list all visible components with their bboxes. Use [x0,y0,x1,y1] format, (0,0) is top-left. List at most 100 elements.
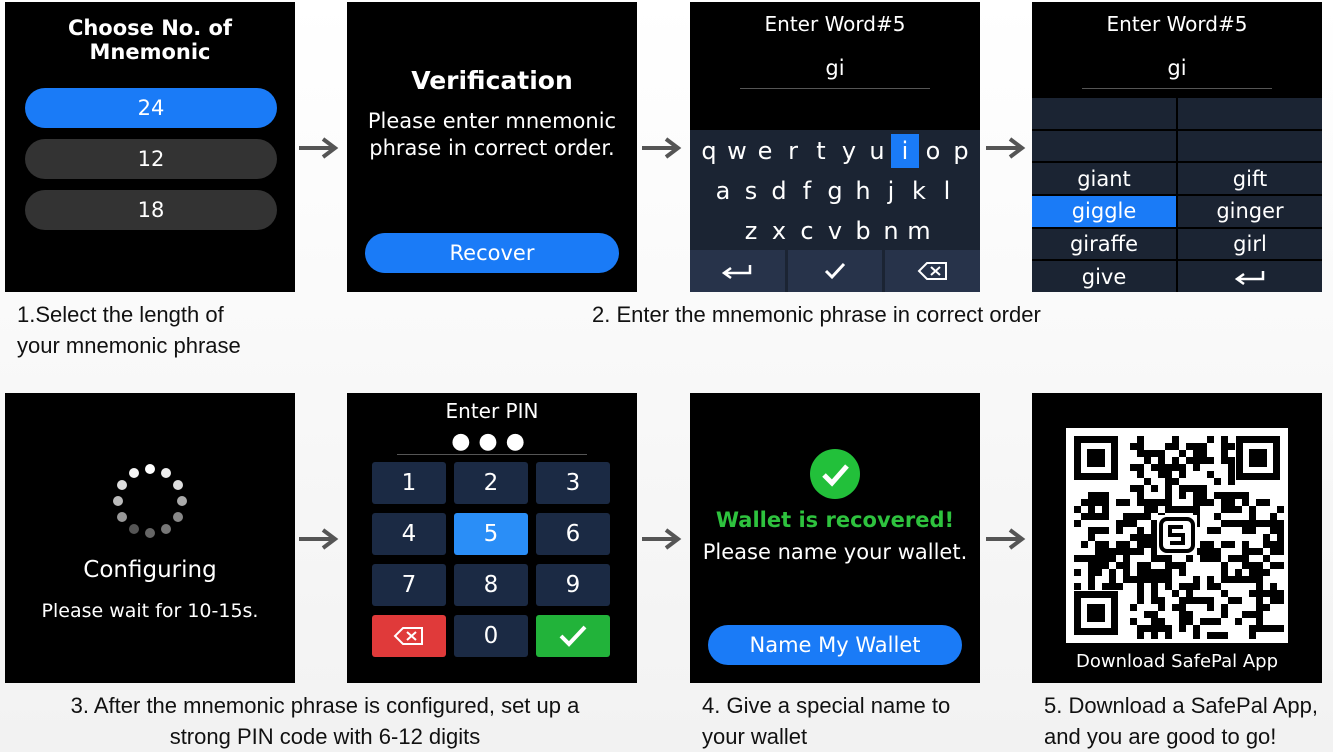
success-message: Wallet is recovered! [715,508,955,532]
option-24-button[interactable]: 24 [25,88,277,128]
pin-key-6[interactable]: 6 [536,513,610,555]
suggestion-giraffe[interactable]: giraffe [1032,228,1176,260]
check-icon [824,262,846,280]
key-k[interactable]: k [905,174,933,208]
key-t[interactable]: t [807,134,835,168]
return-icon [722,265,752,280]
pin-key-3[interactable]: 3 [536,462,610,504]
key-m[interactable]: m [905,214,933,248]
suggestion-giggle[interactable]: giggle [1032,195,1176,227]
screen-title: Enter PIN [445,399,539,423]
pin-key-5[interactable]: 5 [454,513,528,555]
qr-code[interactable] [1066,428,1288,643]
key-c[interactable]: c [793,214,821,248]
key-x[interactable]: x [765,214,793,248]
option-12-button[interactable]: 12 [25,139,277,179]
key-j[interactable]: j [877,174,905,208]
step5-caption: 5. Download a SafePal App, and you are g… [1044,690,1318,752]
success-check-icon [810,449,860,499]
pin-key-0[interactable]: 0 [454,615,528,657]
empty-cell [1032,98,1176,129]
return-key[interactable] [690,250,785,292]
pin-underline [397,454,587,455]
caption-line: 1.Select the length of [17,302,224,327]
suggestion-girl[interactable]: girl [1178,228,1322,260]
screen-title: Enter Word#5 [764,12,906,36]
key-r[interactable]: r [779,134,807,168]
key-v[interactable]: v [821,214,849,248]
pin-delete-button[interactable] [372,615,446,657]
step4-caption: 4. Give a special name to your wallet [702,690,950,752]
confirm-key[interactable] [787,250,883,292]
typed-text-input[interactable]: gi [690,56,980,80]
keyboard-row: qwertyuiop [690,134,980,168]
key-s[interactable]: s [737,174,765,208]
suggestion-give[interactable]: give [1032,261,1176,292]
key-g[interactable]: g [821,174,849,208]
key-h[interactable]: h [849,174,877,208]
download-app-screen: Download SafePal App [1032,393,1322,683]
wallet-recovered-screen: Wallet is recovered! Please name your wa… [690,393,980,683]
recover-button[interactable]: Recover [365,233,619,273]
return-key[interactable] [1178,261,1322,292]
key-i[interactable]: i [891,134,919,168]
arrow-right-icon [986,137,1026,159]
key-f[interactable]: f [793,174,821,208]
loading-spinner-icon [113,464,187,538]
arrow-right-icon [299,137,339,159]
input-underline [1082,88,1272,89]
pin-key-7[interactable]: 7 [372,564,446,606]
option-18-button[interactable]: 18 [25,190,277,230]
pin-pad: 1 2 3 4 5 6 7 8 9 0 [372,462,612,657]
key-q[interactable]: q [695,134,723,168]
arrow-right-icon [299,528,339,550]
key-e[interactable]: e [751,134,779,168]
key-o[interactable]: o [919,134,947,168]
download-label: Download SafePal App [1075,651,1279,672]
qr-code-icon [1074,436,1284,639]
keyboard-row: asdfghjkl [690,174,980,208]
key-d[interactable]: d [765,174,793,208]
screen-title: Choose No. of Mnemonic [67,16,233,64]
configuring-subtitle: Please wait for 10-15s. [41,600,259,622]
key-l[interactable]: l [933,174,961,208]
pin-confirm-button[interactable] [536,615,610,657]
pin-key-2[interactable]: 2 [454,462,528,504]
typed-text-input[interactable]: gi [1032,56,1322,80]
caption-line: your wallet [702,724,808,749]
word-suggestion-screen: Enter Word#5 gi giant gift giggle ginger… [1032,2,1322,292]
key-u[interactable]: u [863,134,891,168]
empty-cell [1178,98,1322,129]
suggestion-ginger[interactable]: ginger [1178,195,1322,227]
name-my-wallet-button[interactable]: Name My Wallet [708,625,962,665]
pin-dots: ●●● [451,429,533,454]
backspace-key[interactable] [885,250,980,292]
keyboard-row: zxcvbnm [690,214,980,248]
caption-line: strong PIN code with 6-12 digits [169,724,481,749]
pin-entry-screen: Enter PIN ●●● 1 2 3 4 5 6 7 8 9 0 [347,393,637,683]
caption-line: 4. Give a special name to [702,693,951,718]
backspace-icon [917,262,947,280]
pin-key-4[interactable]: 4 [372,513,446,555]
check-icon [559,625,587,647]
key-b[interactable]: b [849,214,877,248]
key-w[interactable]: w [723,134,751,168]
step3-caption: 3. After the mnemonic phrase is configur… [30,690,620,752]
pin-key-1[interactable]: 1 [372,462,446,504]
pin-key-9[interactable]: 9 [536,564,610,606]
key-a[interactable]: a [709,174,737,208]
key-y[interactable]: y [835,134,863,168]
arrow-right-icon [642,137,682,159]
suggestion-gift[interactable]: gift [1178,163,1322,194]
verification-message: Please enter mnemonic phrase in correct … [357,108,627,162]
key-p[interactable]: p [947,134,975,168]
input-underline [740,88,930,89]
key-z[interactable]: z [737,214,765,248]
suggestion-grid: giant gift giggle ginger giraffe girl gi… [1032,98,1322,292]
pin-key-8[interactable]: 8 [454,564,528,606]
suggestion-giant[interactable]: giant [1032,163,1176,194]
arrow-right-icon [986,528,1026,550]
key-n[interactable]: n [877,214,905,248]
arrow-right-icon [642,528,682,550]
screen-title: Enter Word#5 [1106,12,1248,36]
